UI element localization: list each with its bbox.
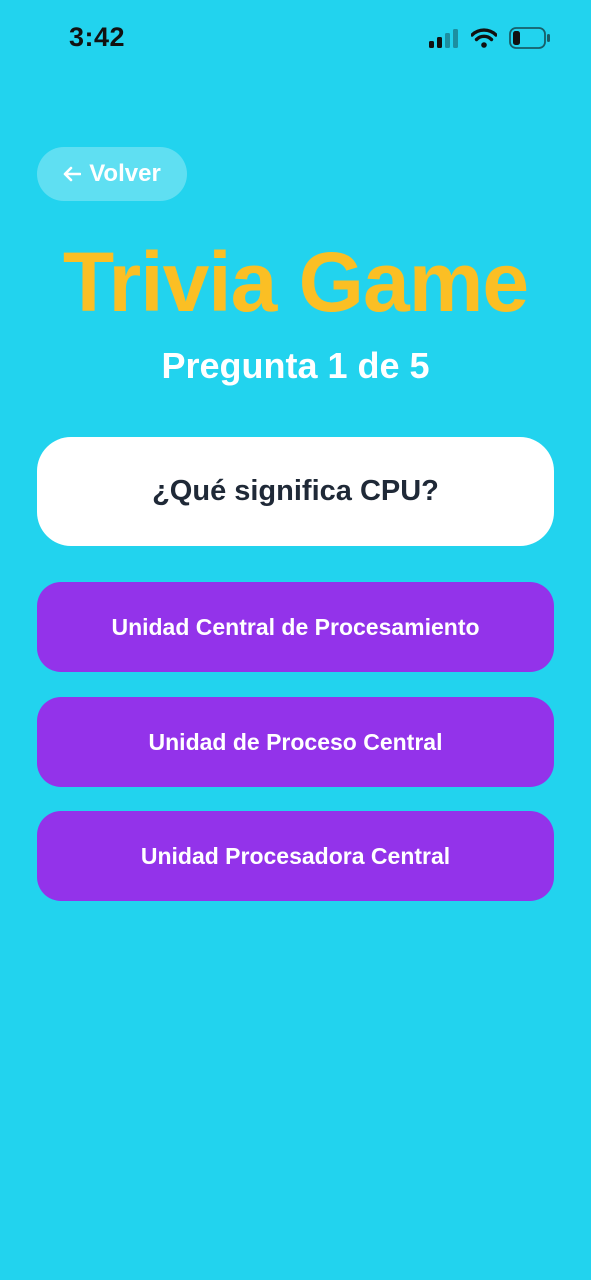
question-text: ¿Qué significa CPU? <box>152 475 439 507</box>
answer-option-label: Unidad de Proceso Central <box>148 728 443 755</box>
arrow-left-icon <box>63 166 82 182</box>
answer-option-1[interactable]: Unidad Central de Procesamiento <box>37 582 554 672</box>
status-icons <box>429 27 551 49</box>
status-time: 3:42 <box>69 22 126 52</box>
answer-option-label: Unidad Central de Procesamiento <box>111 613 480 640</box>
signal-icon <box>429 29 458 48</box>
trivia-screen: 3:42 Volver Trivia Game Pregunta 1 de 5 … <box>0 0 591 1280</box>
back-button[interactable]: Volver <box>37 147 187 201</box>
answer-option-2[interactable]: Unidad de Proceso Central <box>37 697 554 787</box>
battery-icon <box>509 27 550 49</box>
answer-option-3[interactable]: Unidad Procesadora Central <box>37 811 554 901</box>
back-button-label: Volver <box>89 160 161 187</box>
answer-option-label: Unidad Procesadora Central <box>140 842 451 869</box>
page-title: Trivia Game <box>62 235 529 329</box>
question-card: ¿Qué significa CPU? <box>37 437 554 546</box>
wifi-icon <box>471 28 497 48</box>
status-bar: 3:42 <box>0 0 591 80</box>
question-progress: Pregunta 1 de 5 <box>161 345 430 386</box>
